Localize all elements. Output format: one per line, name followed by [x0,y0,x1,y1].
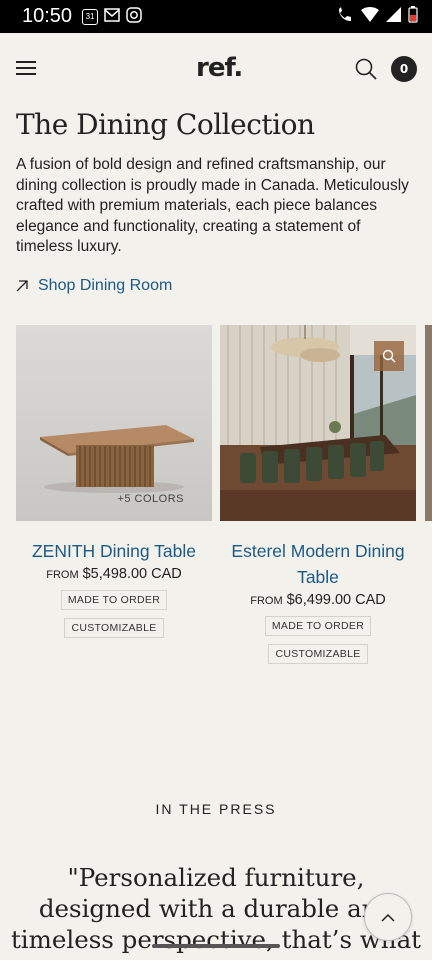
site-logo[interactable]: ref. [196,53,243,83]
shop-dining-room-link[interactable]: Shop Dining Room [16,277,172,295]
status-bar: 10:50 31 [0,0,432,33]
chevron-up-icon [381,913,395,922]
price-prefix: FROM [46,569,79,581]
product-card[interactable]: Esterel Modern Dining Table FROM $6,499.0… [220,325,416,664]
battery-icon [408,6,418,27]
wifi-icon [361,7,379,26]
product-name[interactable]: ZENITH Dining Table [16,538,212,564]
shop-link-label: Shop Dining Room [38,277,173,294]
product-image[interactable] [220,325,416,521]
product-name[interactable]: Esterel Modern Dining Table [220,538,416,590]
gesture-bar [152,944,280,948]
badge-made-to-order: MADE TO ORDER [60,590,168,610]
scroll-to-top-button[interactable] [364,893,412,941]
search-icon[interactable] [355,58,377,80]
product-card[interactable]: +5 COLORS ZENITH Dining Table FROM $5,498… [16,325,212,638]
product-price: FROM $6,499.00 CAD [220,592,416,608]
press-heading: IN THE PRESS [155,801,277,817]
gmail-icon [104,7,120,26]
badge-customizable: CUSTOMIZABLE [64,618,164,638]
badge-customizable: CUSTOMIZABLE [268,644,368,664]
calendar-icon: 31 [82,8,99,25]
price-value: $6,499.00 CAD [286,592,386,608]
cart-icon[interactable]: 0 [391,56,417,82]
zoom-icon[interactable] [374,341,404,371]
status-time: 10:50 [22,5,73,27]
signal-icon [386,7,401,26]
page-title: The Dining Collection [16,108,315,141]
price-prefix: FROM [250,595,283,607]
product-image[interactable]: +5 COLORS [16,325,212,521]
product-price: FROM $5,498.00 CAD [16,566,212,582]
price-value: $5,498.00 CAD [82,566,182,582]
next-product-peek[interactable] [425,325,432,521]
instagram-icon [126,6,142,27]
badge-made-to-order: MADE TO ORDER [264,616,372,636]
menu-icon[interactable] [16,61,36,75]
colors-tag: +5 COLORS [117,493,184,505]
intro-paragraph: A fusion of bold design and refined craf… [16,156,409,255]
site-header: ref. 0 [0,33,432,105]
wifi-calling-icon [336,6,354,27]
arrow-up-right-icon [16,280,28,292]
